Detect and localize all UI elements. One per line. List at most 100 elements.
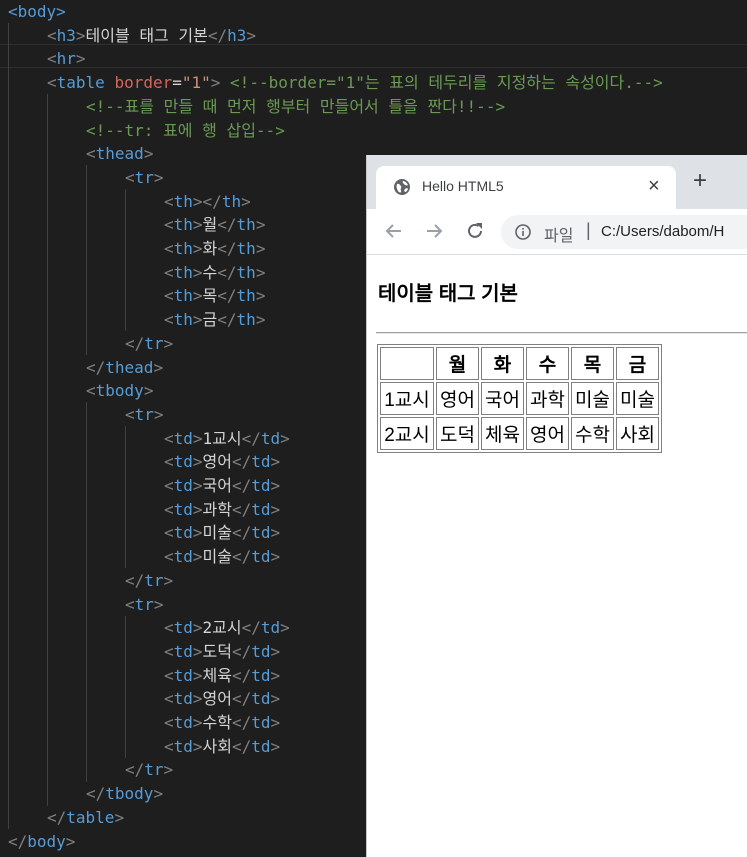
code-line: <td>수학</td> (164, 711, 280, 735)
code-token: </ (217, 215, 237, 235)
indent-guide (86, 402, 87, 782)
code-token: > (143, 381, 154, 401)
code-token: < (164, 618, 174, 638)
forward-arrow-icon[interactable] (422, 219, 446, 243)
code-token: <!--표를 만들 때 먼저 행부터 만들어서 틀을 짠다!!--> (86, 96, 506, 116)
code-token: </ (125, 760, 145, 780)
code-token: </ (241, 618, 261, 638)
code-token: </ (8, 831, 28, 851)
code-token: > (153, 357, 164, 377)
code-line: <th>금</th> (164, 308, 265, 332)
code-line: </thead> (86, 356, 163, 380)
table-cell: 미술 (571, 382, 614, 415)
code-line: <td>2교시</td> (164, 616, 290, 640)
code-token: > (192, 476, 203, 495)
code-token: <body> (8, 2, 66, 21)
code-line: <td>과학</td> (164, 498, 280, 522)
indent-guide (125, 426, 126, 568)
code-line: </tr> (125, 569, 173, 593)
code-token: h3 (56, 25, 76, 45)
code-token: </ (47, 807, 67, 827)
table-header-cell: 월 (436, 347, 479, 380)
code-token: > (270, 713, 281, 732)
code-token: > (65, 831, 76, 851)
code-line: <td>체육</td> (164, 664, 280, 688)
code-token: < (164, 191, 174, 211)
code-line: <td>미술</td> (164, 545, 280, 569)
code-token: </ (232, 452, 252, 472)
code-line: <th>수</th> (164, 261, 265, 285)
code-token: </ (86, 784, 106, 804)
close-icon[interactable]: × (648, 174, 660, 198)
code-token: 국어 (202, 476, 232, 495)
code-token: </ (217, 262, 237, 282)
code-token: ></ (192, 191, 222, 211)
info-icon[interactable] (515, 224, 531, 240)
code-token: thead (95, 144, 144, 164)
code-line: <td>미술</td> (164, 521, 280, 545)
code-token: > (192, 428, 203, 448)
code-token: > (192, 239, 203, 258)
address-bar[interactable]: 파일 | C:/Users/dabom/H (501, 215, 747, 249)
reload-icon[interactable] (463, 219, 487, 243)
code-line: <h3>테이블 태그 기본</h3> (47, 24, 256, 48)
code-token: > (153, 404, 164, 424)
indent-guide (8, 23, 9, 829)
code-line: <td>사회</td> (164, 735, 280, 759)
code-token: > (210, 73, 231, 93)
code-token: table (66, 807, 115, 827)
code-token: </ (232, 523, 252, 543)
code-token: > (75, 25, 86, 45)
browser-tab[interactable]: Hello HTML5 × (376, 166, 676, 209)
code-token: > (163, 333, 174, 353)
table-body: 1교시 영어 국어 과학 미술 미술 2교시 도덕 체육 영어 수학 사회 (380, 382, 659, 450)
table-cell: 1교시 (380, 382, 434, 415)
code-token: th (173, 262, 193, 282)
new-tab-icon[interactable]: + (693, 169, 707, 193)
code-token: td (251, 641, 271, 661)
globe-icon (393, 178, 411, 196)
code-token: < (164, 428, 174, 448)
code-token: > (192, 641, 203, 661)
code-token: < (86, 144, 96, 164)
tab-title: Hello HTML5 (422, 178, 504, 194)
code-token: > (192, 286, 203, 306)
code-token: td (173, 618, 193, 638)
url-text[interactable]: C:/Users/dabom/H (601, 223, 724, 240)
code-line: </tr> (125, 332, 173, 356)
code-token: < (164, 736, 174, 756)
code-token: </ (86, 357, 106, 377)
code-token: > (255, 310, 266, 330)
table-cell: 수학 (571, 417, 614, 450)
code-token: 미술 (202, 547, 232, 567)
code-token: < (164, 310, 174, 330)
code-token: > (192, 523, 203, 543)
code-token: > (114, 807, 125, 827)
code-token: th (173, 215, 193, 235)
code-token: > (255, 239, 266, 258)
code-line: <th>목</th> (164, 284, 265, 308)
indent-guide (47, 94, 48, 806)
code-token: th (236, 310, 256, 330)
code-token: </ (232, 713, 252, 732)
code-token: hr (56, 49, 76, 69)
code-token: > (75, 49, 86, 69)
code-token: </ (241, 428, 261, 448)
back-arrow-icon[interactable] (382, 219, 406, 243)
code-token: > (255, 262, 266, 282)
code-line: <body> (8, 0, 66, 24)
code-token: > (143, 144, 154, 164)
code-line: <tr> (125, 166, 164, 190)
code-token: > (192, 689, 203, 709)
code-token: > (255, 215, 266, 235)
code-token: th (173, 286, 193, 306)
code-token: td (251, 523, 271, 543)
table-header-cell: 목 (571, 347, 614, 380)
code-line: </tr> (125, 758, 173, 782)
code-token: </ (232, 499, 252, 519)
code-token: < (47, 73, 57, 93)
code-token: > (241, 191, 251, 211)
code-token: </ (232, 547, 252, 567)
code-token: table (56, 73, 115, 93)
code-token: td (251, 547, 271, 567)
